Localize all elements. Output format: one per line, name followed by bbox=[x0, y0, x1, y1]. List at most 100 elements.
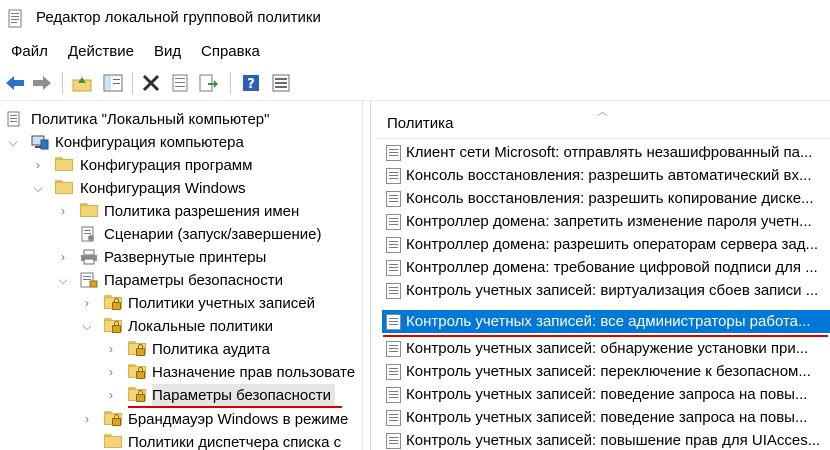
computer-icon bbox=[31, 134, 49, 150]
svg-text:?: ? bbox=[247, 77, 255, 92]
chevron-right-icon[interactable]: › bbox=[81, 408, 93, 431]
chevron-right-icon[interactable]: › bbox=[57, 246, 69, 269]
policy-name: Контроль учетных записей: обнаружение ус… bbox=[406, 340, 809, 357]
policy-name: Контроль учетных записей: переключение к… bbox=[406, 363, 811, 380]
list-item[interactable]: Контроль учетных записей: поведение запр… bbox=[375, 406, 830, 429]
policy-name: Консоль восстановления: разрешить копиро… bbox=[406, 190, 814, 207]
properties-icon[interactable] bbox=[169, 72, 191, 94]
policy-name: Клиент сети Microsoft: отправлять незаши… bbox=[406, 144, 813, 161]
locked-folder-icon bbox=[128, 387, 146, 403]
chevron-right-icon[interactable]: › bbox=[32, 154, 44, 177]
tree-item-label: Назначение прав пользовате bbox=[152, 364, 356, 381]
policy-item-icon bbox=[386, 387, 402, 403]
tree-item-security-options[interactable]: › Параметры безопасности bbox=[0, 384, 362, 407]
delete-icon[interactable] bbox=[140, 72, 162, 94]
tree-item-computer-config[interactable]: ⌵ Конфигурация компьютера bbox=[0, 131, 362, 154]
column-header-policy[interactable]: ︿ Политика bbox=[375, 101, 830, 139]
help-icon[interactable]: ? bbox=[240, 72, 262, 94]
tree-item-label: Брандмауэр Windows в режиме bbox=[128, 411, 349, 428]
tree-item-label: Политика разрешения имен bbox=[104, 203, 300, 220]
chevron-down-icon[interactable]: ⌵ bbox=[57, 269, 69, 292]
tree-item-network-list[interactable]: Политики диспетчера списка с bbox=[0, 431, 362, 450]
menu-view[interactable]: Вид bbox=[154, 43, 181, 60]
tree-item-security-settings[interactable]: ⌵ Параметры безопасности bbox=[0, 269, 362, 292]
chevron-right-icon[interactable]: › bbox=[105, 384, 117, 407]
list-item[interactable]: Консоль восстановления: разрешить автома… bbox=[375, 164, 830, 187]
chevron-down-icon[interactable]: ⌵ bbox=[32, 177, 44, 200]
list-item[interactable]: Консоль восстановления: разрешить копиро… bbox=[375, 187, 830, 210]
filter-icon[interactable] bbox=[270, 72, 292, 94]
chevron-right-icon[interactable]: › bbox=[105, 361, 117, 384]
policy-name: Контроль учетных записей: поведение запр… bbox=[406, 409, 808, 426]
chevron-right-icon[interactable]: › bbox=[57, 200, 69, 223]
export-list-icon[interactable] bbox=[198, 72, 220, 94]
list-item[interactable]: Контроллер домена: разрешить операторам … bbox=[375, 233, 830, 256]
chevron-right-icon[interactable]: › bbox=[81, 292, 93, 315]
tree-item-label: Локальные политики bbox=[128, 318, 274, 335]
chevron-right-icon[interactable]: › bbox=[105, 338, 117, 361]
tree-item-label: Политики учетных записей bbox=[128, 295, 315, 312]
policy-item-icon bbox=[386, 260, 402, 276]
pane-border bbox=[362, 101, 363, 450]
security-folder-icon bbox=[80, 272, 98, 288]
tree-item-windows-settings[interactable]: ⌵ Конфигурация Windows bbox=[0, 177, 362, 200]
up-folder-icon[interactable] bbox=[71, 72, 93, 94]
pane-splitter[interactable] bbox=[370, 101, 371, 450]
script-icon bbox=[80, 226, 98, 242]
menu-file[interactable]: Файл bbox=[11, 43, 48, 60]
list-item[interactable]: Клиент сети Microsoft: отправлять незаши… bbox=[375, 141, 830, 164]
tree-item-label: Конфигурация компьютера bbox=[55, 134, 244, 151]
title-bar: Редактор локальной групповой политики bbox=[0, 0, 830, 38]
policy-item-icon bbox=[386, 341, 402, 357]
policy-item-icon bbox=[386, 168, 402, 184]
tree-item-local-policies[interactable]: ⌵ Локальные политики bbox=[0, 315, 362, 338]
tree-item-firewall[interactable]: › Брандмауэр Windows в режиме bbox=[0, 408, 362, 431]
tree-item-local-computer-policy[interactable]: Политика "Локальный компьютер" bbox=[0, 108, 362, 131]
list-item[interactable]: Контроллер домена: запретить изменение п… bbox=[375, 210, 830, 233]
tree-item-scripts[interactable]: Сценарии (запуск/завершение) bbox=[0, 223, 362, 246]
tree-item-label: Политика аудита bbox=[152, 341, 270, 358]
menu-action[interactable]: Действие bbox=[68, 43, 134, 60]
policy-item-icon bbox=[386, 314, 402, 330]
policy-item-icon bbox=[386, 364, 402, 380]
list-item-selected[interactable]: Контроль учетных записей: все администра… bbox=[382, 310, 830, 333]
back-arrow-icon[interactable] bbox=[4, 72, 26, 94]
list-item[interactable]: Контроль учетных записей: переключение к… bbox=[375, 360, 830, 383]
chevron-down-icon[interactable]: ⌵ bbox=[81, 315, 93, 338]
list-item[interactable]: Контроль учетных записей: поведение запр… bbox=[375, 383, 830, 406]
tree-item-label: Политика "Локальный компьютер" bbox=[31, 111, 270, 128]
folder-icon bbox=[55, 180, 73, 196]
tree-item-software-settings[interactable]: › Конфигурация программ bbox=[0, 154, 362, 177]
tree-item-label: Параметры безопасности bbox=[152, 384, 335, 407]
sort-ascending-icon: ︿ bbox=[597, 106, 608, 118]
list-item[interactable]: Контроль учетных записей: обнаружение ус… bbox=[375, 337, 830, 360]
forward-arrow-icon[interactable] bbox=[31, 72, 53, 94]
locked-folder-icon bbox=[128, 341, 146, 357]
policy-name: Контроллер домена: требование цифровой п… bbox=[406, 259, 818, 276]
toolbar-separator bbox=[62, 72, 63, 94]
policy-name: Консоль восстановления: разрешить автома… bbox=[406, 167, 812, 184]
policy-name: Контроль учетных записей: виртуализация … bbox=[406, 282, 819, 299]
policy-name: Контроль учетных записей: поведение запр… bbox=[406, 386, 808, 403]
app-icon bbox=[8, 9, 22, 28]
locked-folder-icon bbox=[104, 318, 122, 334]
policy-item-icon bbox=[386, 237, 402, 253]
tree-item-user-rights[interactable]: › Назначение прав пользовате bbox=[0, 361, 362, 384]
console-tree: Политика "Локальный компьютер" ⌵ Конфигу… bbox=[0, 101, 362, 450]
list-item[interactable]: Контроллер домена: требование цифровой п… bbox=[375, 256, 830, 279]
list-item[interactable]: Контроль учетных записей: виртуализация … bbox=[375, 279, 830, 302]
toolbar: ? bbox=[0, 66, 830, 101]
chevron-down-icon[interactable]: ⌵ bbox=[7, 131, 19, 154]
tree-item-label: Конфигурация Windows bbox=[80, 180, 246, 197]
policy-item-icon bbox=[386, 145, 402, 161]
policy-name: Контроллер домена: запретить изменение п… bbox=[406, 213, 812, 230]
menu-help[interactable]: Справка bbox=[201, 43, 260, 60]
tree-item-name-resolution[interactable]: › Политика разрешения имен bbox=[0, 200, 362, 223]
show-hide-tree-icon[interactable] bbox=[102, 72, 124, 94]
tree-item-account-policies[interactable]: › Политики учетных записей bbox=[0, 292, 362, 315]
policy-item-icon bbox=[386, 214, 402, 230]
tree-item-audit-policy[interactable]: › Политика аудита bbox=[0, 338, 362, 361]
tree-item-printers[interactable]: › Развернутые принтеры bbox=[0, 246, 362, 269]
policy-item-icon bbox=[386, 191, 402, 207]
list-item[interactable]: Контроль учетных записей: повышение прав… bbox=[375, 429, 830, 450]
